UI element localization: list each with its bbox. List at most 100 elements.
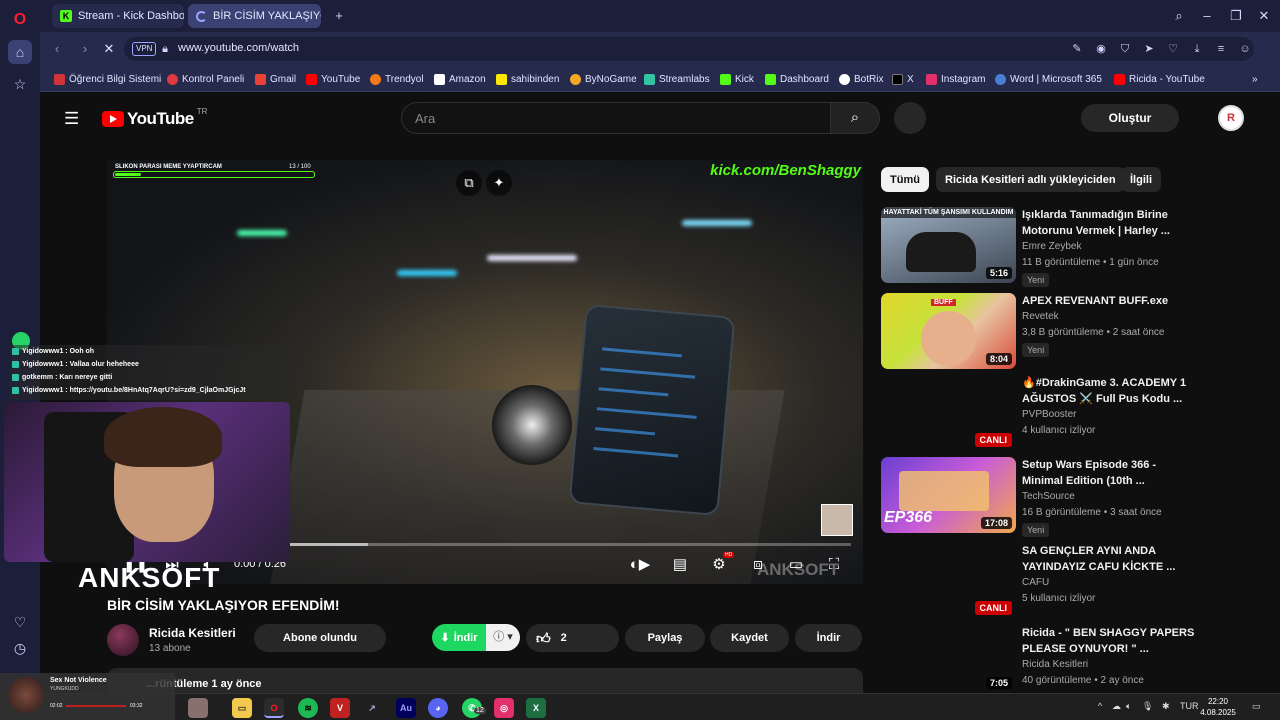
bookmark-ricida-youtube[interactable]: Ricida - YouTube bbox=[1114, 72, 1205, 86]
avatar-app-icon[interactable] bbox=[188, 698, 208, 718]
recommendation-channel[interactable]: Ricida Kesitleri bbox=[1022, 659, 1088, 670]
bookmark-botrix[interactable]: BotRix bbox=[839, 72, 883, 86]
menu-icon[interactable]: ☰ bbox=[64, 109, 79, 129]
stop-loading-button[interactable]: ✕ bbox=[100, 40, 118, 58]
discord-icon[interactable]: ◕ bbox=[428, 698, 448, 718]
recommendation-title[interactable]: Ricida - " BEN SHAGGY PAPERS PLEASE OYNU… bbox=[1022, 625, 1200, 657]
excel-icon[interactable]: X bbox=[526, 698, 546, 718]
recommendation-title[interactable]: APEX REVENANT BUFF.exe bbox=[1022, 293, 1200, 309]
recommendation-thumbnail[interactable]: HAYATTAKİ TÜM ŞANSIMI KULLANDIM 5:16 bbox=[881, 207, 1016, 283]
voice-search-button[interactable] bbox=[894, 102, 926, 134]
recommendation-thumbnail[interactable]: CANLI bbox=[881, 375, 1016, 451]
youtube-logo[interactable]: YouTube TR bbox=[102, 107, 207, 129]
back-button[interactable]: ‹ bbox=[48, 40, 66, 58]
recommendation-thumbnail[interactable]: BUFF 8:04 bbox=[881, 293, 1016, 369]
pinboard-icon[interactable]: ☆ bbox=[8, 72, 32, 96]
bookmark-youtube[interactable]: YouTube bbox=[306, 72, 360, 86]
autoplay-toggle[interactable]: ◐▶ bbox=[625, 554, 655, 576]
save-button[interactable]: Kaydet bbox=[710, 624, 789, 652]
search-input[interactable]: Ara bbox=[401, 102, 831, 134]
history-icon[interactable]: ◷ bbox=[8, 636, 32, 660]
spotify-icon[interactable]: ≋ bbox=[298, 698, 318, 718]
chip-from-uploader[interactable]: Ricida Kesitleri adlı yükleyiciden bbox=[936, 167, 1125, 192]
download-extension-button[interactable]: ⬇ İndir bbox=[432, 624, 486, 651]
chip-related[interactable]: İlgili bbox=[1121, 167, 1161, 192]
volume-tray-icon[interactable]: 🔈︎ bbox=[1126, 701, 1131, 712]
bookmark-bynogame[interactable]: ByNoGame bbox=[570, 72, 637, 86]
profile-icon[interactable]: ☺ bbox=[1238, 42, 1252, 56]
tray-chevron-icon[interactable]: ^ bbox=[1098, 701, 1102, 711]
sparkle-icon[interactable]: ✦ bbox=[486, 170, 512, 196]
url-text[interactable]: www.youtube.com/watch bbox=[178, 42, 299, 54]
bookmark-sahibinden[interactable]: sahibinden bbox=[496, 72, 559, 86]
bookmark-kontrol-paneli[interactable]: Kontrol Paneli bbox=[167, 72, 244, 86]
vpn-badge[interactable]: VPN bbox=[132, 42, 157, 56]
bookmark-streamlabs[interactable]: Streamlabs bbox=[644, 72, 710, 86]
chip-all[interactable]: Tümü bbox=[881, 167, 929, 192]
channel-name[interactable]: Ricida Kesitleri bbox=[149, 626, 236, 640]
instagram-taskbar-icon[interactable]: ◎ bbox=[494, 698, 514, 718]
bookmark-word-microsoft-365[interactable]: Word | Microsoft 365 bbox=[995, 72, 1102, 86]
bookmark-ogrenci-bilgi-sistemi[interactable]: Öğrenci Bilgi Sistemi bbox=[54, 72, 161, 86]
audition-icon[interactable]: Au bbox=[396, 698, 416, 718]
subscribed-button[interactable]: Abone olundu bbox=[254, 624, 386, 652]
subtitles-icon[interactable]: ▤ bbox=[669, 554, 691, 576]
recommendation-channel[interactable]: Revetek bbox=[1022, 311, 1059, 322]
like-button[interactable]: 👍︎ 2 bbox=[526, 624, 619, 652]
recommendation-channel[interactable]: PVPBooster bbox=[1022, 409, 1076, 420]
clock[interactable]: 22:20 4.08.2025 bbox=[1196, 696, 1240, 718]
file-explorer-icon[interactable]: ▭ bbox=[232, 698, 252, 718]
bookmark-instagram[interactable]: Instagram bbox=[926, 72, 985, 86]
bookmark-gmail[interactable]: Gmail bbox=[255, 72, 296, 86]
forward-button[interactable]: › bbox=[76, 40, 94, 58]
recommendation-thumbnail[interactable]: 7:05 bbox=[881, 625, 1016, 693]
recommendation-title[interactable]: SA GENÇLER AYNI ANDA YAYINDAYIZ CAFU KİC… bbox=[1022, 543, 1200, 575]
account-avatar[interactable]: R bbox=[1218, 105, 1244, 131]
url-field[interactable]: VPN 🔒︎ www.youtube.com/watch ✎ ◉ ⛉ ➤ ♡ ⤓… bbox=[124, 37, 1254, 61]
opera-logo-icon[interactable]: O bbox=[8, 8, 32, 32]
recommendation-title[interactable]: Setup Wars Episode 366 - Minimal Edition… bbox=[1022, 457, 1200, 489]
microphone-tray-icon[interactable]: 🎙︎ bbox=[1142, 701, 1153, 712]
recommendation-channel[interactable]: Emre Zeybek bbox=[1022, 241, 1081, 252]
create-button[interactable]: Oluştur bbox=[1081, 104, 1179, 132]
opera-taskbar-icon[interactable]: O bbox=[264, 698, 284, 718]
home-icon[interactable]: ⌂ bbox=[8, 40, 32, 64]
more-bookmarks-icon[interactable]: » bbox=[1252, 72, 1258, 86]
download-button[interactable]: İndir bbox=[795, 624, 862, 652]
share-button[interactable]: Paylaş bbox=[625, 624, 705, 652]
recommendation-title[interactable]: 🔥#DrakinGame 3. ACADEMY 1 AĞUSTOS ⚔️ Ful… bbox=[1022, 375, 1200, 407]
miniplayer-icon[interactable]: ⧉ bbox=[456, 170, 482, 196]
lock-icon[interactable]: 🔒︎ bbox=[158, 42, 172, 56]
minimize-button[interactable]: – bbox=[1197, 6, 1217, 26]
new-tab-button[interactable]: + bbox=[329, 6, 349, 26]
camera-icon[interactable]: ◉ bbox=[1094, 42, 1108, 56]
send-icon[interactable]: ➤ bbox=[1142, 42, 1156, 56]
recommendation-channel[interactable]: TechSource bbox=[1022, 491, 1075, 502]
recommendation-thumbnail[interactable]: CANLI bbox=[881, 543, 1016, 619]
heart-icon[interactable]: ♡ bbox=[8, 610, 32, 634]
bookmark-trendyol[interactable]: Trendyol bbox=[370, 72, 424, 86]
network-icon[interactable]: ☁ bbox=[1112, 701, 1121, 712]
shield-icon[interactable]: ⛉ bbox=[1118, 42, 1132, 56]
search-tabs-icon[interactable]: ⌕ bbox=[1169, 6, 1189, 26]
edit-icon[interactable]: ✎ bbox=[1070, 42, 1084, 56]
kick-studio-icon[interactable]: ↗ bbox=[362, 698, 382, 718]
close-window-button[interactable]: ✕ bbox=[1254, 6, 1274, 26]
search-button[interactable]: ⌕ bbox=[830, 102, 880, 134]
channel-avatar[interactable] bbox=[107, 624, 139, 656]
recommendation-channel[interactable]: CAFU bbox=[1022, 577, 1049, 588]
heart-icon[interactable]: ♡ bbox=[1166, 42, 1180, 56]
voicemod-icon[interactable]: V bbox=[330, 698, 350, 718]
tab-youtube-video[interactable]: BİR CİSİM YAKLAŞIYOR bbox=[188, 4, 321, 28]
bookmark-x[interactable]: X bbox=[892, 72, 914, 86]
bluetooth-icon[interactable]: ✱ bbox=[1162, 701, 1170, 712]
bookmark-amazon[interactable]: Amazon bbox=[434, 72, 486, 86]
download-icon[interactable]: ⤓ bbox=[1190, 42, 1204, 56]
notifications-icon[interactable]: ▭ bbox=[1252, 701, 1261, 712]
maximize-button[interactable]: ❐ bbox=[1226, 6, 1246, 26]
bookmark-kick[interactable]: Kick bbox=[720, 72, 754, 86]
download-options-button[interactable]: ⓘ ▾ bbox=[486, 624, 520, 651]
tab-kick-dashboard[interactable]: K Stream - Kick Dashboard bbox=[52, 4, 184, 28]
bookmark-dashboard[interactable]: Dashboard bbox=[765, 72, 829, 86]
easy-setup-icon[interactable]: ≡ bbox=[1214, 42, 1228, 56]
